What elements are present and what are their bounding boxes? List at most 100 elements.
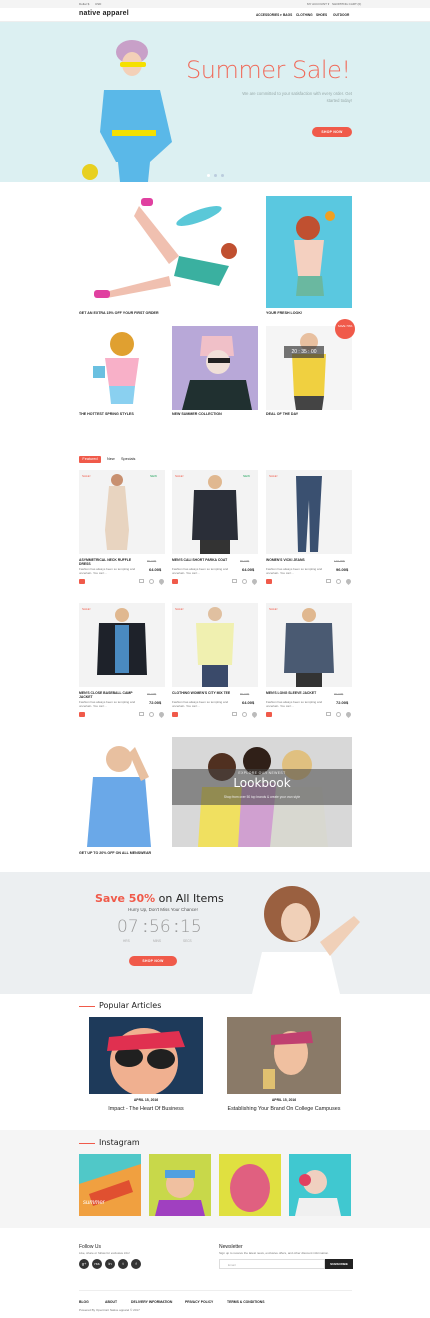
- add-to-cart-icon[interactable]: [172, 579, 178, 584]
- article-image-2[interactable]: [227, 1017, 341, 1094]
- logo[interactable]: native apparel: [79, 10, 129, 17]
- quick-view-icon[interactable]: [242, 579, 247, 584]
- wishlist-heart-icon[interactable]: [344, 710, 353, 719]
- footer-link-delivery[interactable]: DELIVERY INFORMATION: [131, 1300, 172, 1304]
- banner-deal[interactable]: [266, 326, 352, 410]
- product-price: 64.00$: [242, 700, 255, 705]
- wishlist-heart-icon[interactable]: [250, 577, 259, 586]
- instagram-title: Instagram: [99, 1138, 140, 1147]
- compare-icon[interactable]: [326, 712, 331, 716]
- product-description: Fashion has always been so tempting and …: [172, 567, 229, 575]
- product-name[interactable]: MEN'S CLOSE BASEBALL CAMP JACKET: [79, 691, 139, 700]
- product-image[interactable]: [79, 470, 165, 554]
- footer-link-about[interactable]: ABOUT: [105, 1300, 117, 1304]
- banner-lookbook[interactable]: [172, 737, 352, 847]
- article-title-link[interactable]: Impact - The Heart Of Business: [89, 1106, 203, 1112]
- instagram-tile-1[interactable]: summer: [79, 1154, 141, 1216]
- quick-view-icon[interactable]: [149, 579, 154, 584]
- article-title-link[interactable]: Establishing Your Brand On College Campu…: [227, 1106, 341, 1112]
- instagram-tile-2[interactable]: [149, 1154, 211, 1216]
- add-to-cart-icon[interactable]: [266, 579, 272, 584]
- product-image[interactable]: [172, 470, 258, 554]
- newsletter-title: Newsletter: [219, 1244, 243, 1250]
- instagram-tile-4[interactable]: [289, 1154, 351, 1216]
- product-name[interactable]: MEN'S LONG SLEEVE JACKET: [266, 691, 326, 695]
- tab-specials[interactable]: Specials: [121, 457, 135, 461]
- product-photo: [284, 608, 334, 687]
- instagram-image: [79, 1164, 141, 1216]
- hero-shop-button[interactable]: SHOP NOW: [312, 127, 352, 137]
- footer-link-privacy[interactable]: PRIVACY POLICY: [185, 1300, 213, 1304]
- language-select[interactable]: USD: [95, 2, 101, 6]
- nav-bags[interactable]: BAGS: [283, 13, 292, 17]
- add-to-cart-icon[interactable]: [266, 712, 272, 717]
- article-image: [227, 1017, 341, 1094]
- cart-link[interactable]: SHOPPING CART (0): [332, 2, 361, 6]
- promo-title: Save 50% on All Items: [95, 892, 224, 905]
- twitter-icon[interactable]: t: [118, 1259, 128, 1269]
- google-plus-icon[interactable]: g+: [79, 1259, 89, 1269]
- product-image[interactable]: [266, 470, 352, 554]
- wishlist-heart-icon[interactable]: [157, 710, 166, 719]
- account-link[interactable]: MY ACCOUNT ▾: [307, 2, 329, 6]
- top-bar: Dollar $ USD MY ACCOUNT ▾ SHOPPING CART …: [0, 0, 430, 8]
- countdown-hours-label: HRS: [123, 939, 130, 943]
- header: [0, 8, 430, 22]
- promo-model-image: [252, 886, 360, 994]
- quick-view-icon[interactable]: [336, 712, 341, 717]
- quick-view-icon[interactable]: [149, 712, 154, 717]
- linkedin-icon[interactable]: in: [105, 1259, 115, 1269]
- footer-link-blog[interactable]: BLOG: [79, 1300, 89, 1304]
- facebook-icon[interactable]: f: [131, 1259, 141, 1269]
- wishlist-heart-icon[interactable]: [157, 577, 166, 586]
- banner-first-order[interactable]: [79, 196, 257, 308]
- subscribe-button[interactable]: SUBSCRIBE: [325, 1259, 353, 1269]
- countdown-sep: :: [174, 917, 179, 936]
- new-badge: NEW: [150, 474, 157, 478]
- banner-menswear[interactable]: [79, 737, 165, 847]
- currency-select[interactable]: Dollar $: [79, 2, 89, 6]
- product-price: 64.00$: [149, 567, 162, 572]
- newsletter-email-input[interactable]: Email: [219, 1259, 325, 1269]
- product-price: 72.00$: [149, 700, 162, 705]
- banner-summer[interactable]: [172, 326, 258, 410]
- compare-icon[interactable]: [139, 579, 144, 583]
- banner-summer-caption: NEW SUMMER COLLECTION: [172, 412, 222, 416]
- product-name[interactable]: CLOTHING WOMEN'S CITY MIX TEE: [172, 691, 232, 695]
- quick-view-icon[interactable]: [336, 579, 341, 584]
- compare-icon[interactable]: [232, 579, 237, 583]
- copyright: Powered By OpenCart Native apparel © 201…: [79, 1308, 140, 1312]
- tab-new[interactable]: New: [107, 457, 115, 461]
- wishlist-heart-icon[interactable]: [344, 577, 353, 586]
- tab-featured[interactable]: Featured: [79, 456, 101, 463]
- product-image[interactable]: [172, 603, 258, 687]
- article-date: APRIL 15, 2016: [271, 1098, 297, 1102]
- nav-shoes[interactable]: SHOES: [316, 13, 327, 17]
- compare-icon[interactable]: [326, 579, 331, 583]
- add-to-cart-icon[interactable]: [172, 712, 178, 717]
- banner-spring[interactable]: [79, 326, 165, 410]
- product-name[interactable]: ASYMMETRICAL NECK RUFFLE DRESS: [79, 558, 139, 567]
- wishlist-heart-icon[interactable]: [250, 710, 259, 719]
- countdown-minutes: 56: [149, 917, 171, 937]
- product-image[interactable]: [79, 603, 165, 687]
- footer-link-terms[interactable]: TERMS & CONDITIONS: [227, 1300, 265, 1304]
- product-image[interactable]: [266, 603, 352, 687]
- nav-clothing[interactable]: CLOTHING: [296, 13, 313, 17]
- add-to-cart-icon[interactable]: [79, 579, 85, 584]
- add-to-cart-icon[interactable]: [79, 712, 85, 717]
- banner-fresh-look[interactable]: [266, 196, 352, 308]
- product-name[interactable]: WOMEN'S VICKI JEANS: [266, 558, 326, 562]
- nav-accessories[interactable]: ACCESSORIES ▾: [256, 13, 282, 17]
- compare-icon[interactable]: [139, 712, 144, 716]
- promo-shop-button[interactable]: SHOP NOW: [129, 956, 177, 966]
- rss-icon[interactable]: rss: [92, 1259, 102, 1269]
- article-image-1[interactable]: [89, 1017, 203, 1094]
- product-name[interactable]: MEN'S CALI SHORT PARKA COAT: [172, 558, 232, 562]
- quick-view-icon[interactable]: [242, 712, 247, 717]
- instagram-tile-3[interactable]: [219, 1154, 281, 1216]
- sale-badge: SALE!: [175, 607, 184, 611]
- nav-outdoor[interactable]: OUTDOOR: [333, 13, 349, 17]
- compare-icon[interactable]: [232, 712, 237, 716]
- lookbook-kicker: EXPLORE OUR NEWEST: [238, 771, 286, 775]
